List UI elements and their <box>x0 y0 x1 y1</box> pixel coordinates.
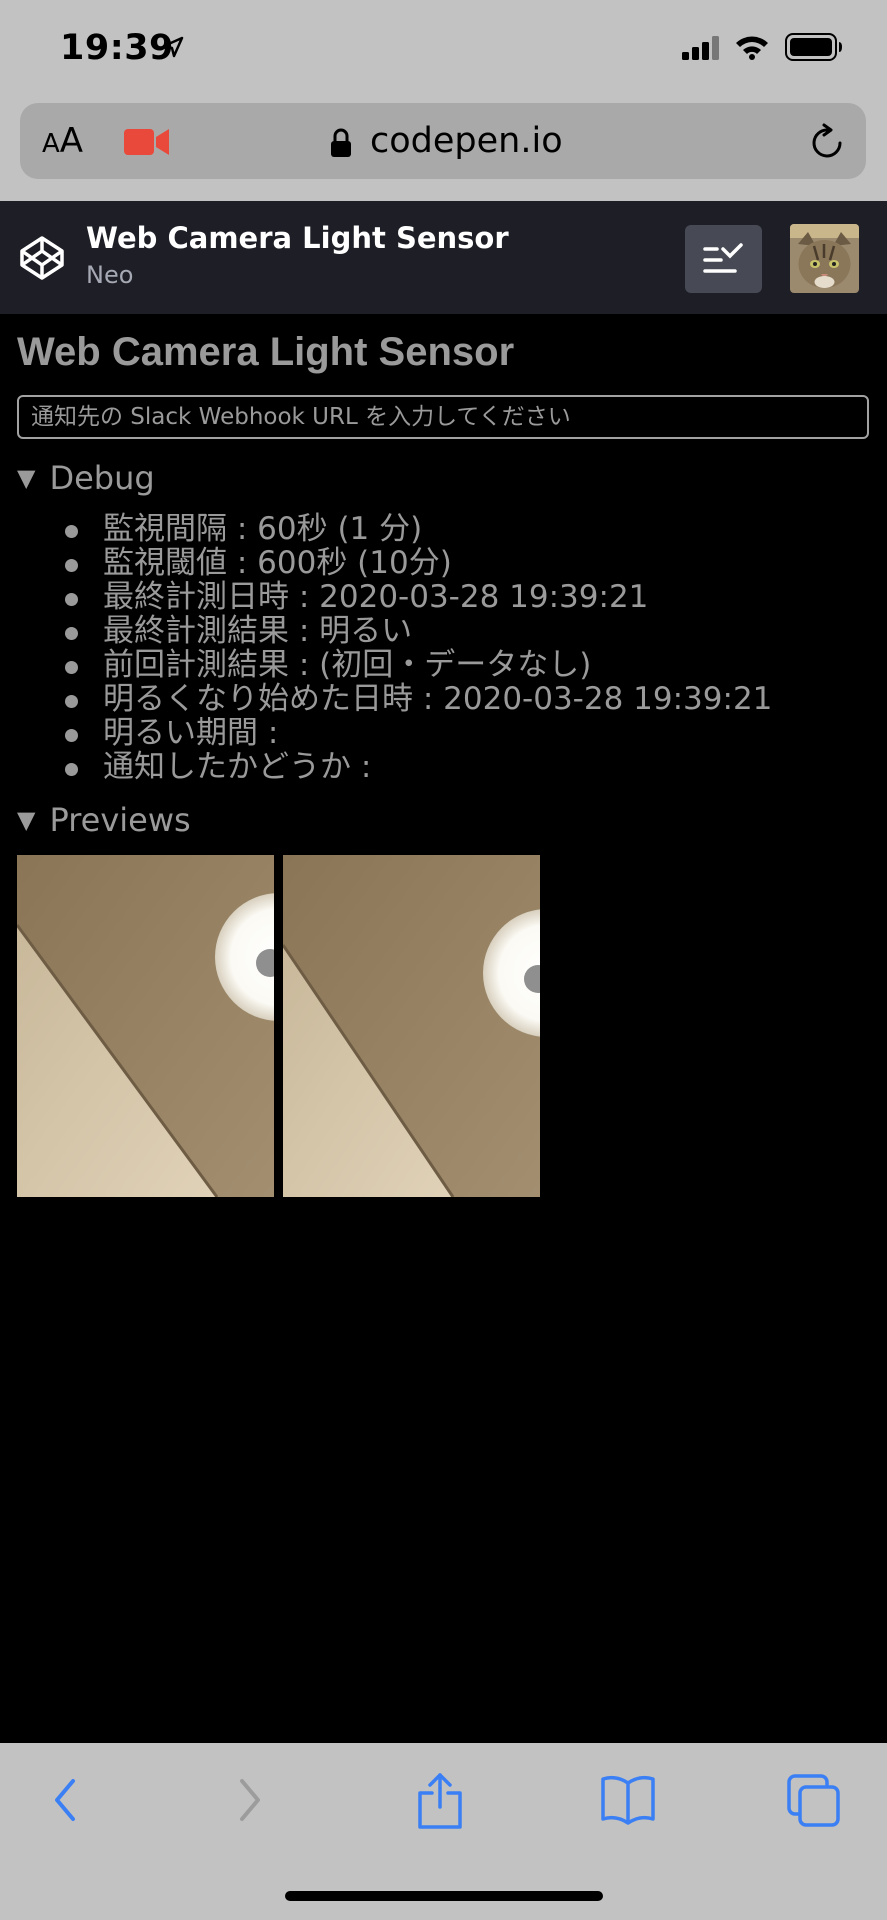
slack-webhook-input[interactable] <box>17 395 869 439</box>
debug-item-bright-duration: 明るい期間 : <box>17 716 772 750</box>
codepen-header: Web Camera Light Sensor Neo <box>0 201 887 314</box>
reload-icon[interactable] <box>810 123 846 161</box>
disclosure-triangle-icon: ▼ <box>17 806 36 834</box>
previews-summary-label: Previews <box>49 801 191 839</box>
debug-list: 監視間隔 : 60秒 (1 分) 監視閾値 : 600秒 (10分) 最終計測日… <box>17 512 772 784</box>
forward-icon[interactable] <box>233 1773 267 1827</box>
debug-item-threshold: 監視閾値 : 600秒 (10分) <box>17 546 772 580</box>
wifi-icon <box>736 36 768 60</box>
text-size-button[interactable]: AA <box>42 121 83 161</box>
preview-image <box>283 855 540 1197</box>
pen-author[interactable]: Neo <box>86 261 133 289</box>
page-title: Web Camera Light Sensor <box>17 330 515 374</box>
status-time: 19:39 <box>60 28 174 68</box>
share-icon[interactable] <box>415 1773 465 1829</box>
battery-icon <box>785 33 842 61</box>
status-bar: 19:39 <box>0 0 887 100</box>
location-arrow-icon <box>162 36 184 58</box>
codepen-logo-icon[interactable] <box>18 234 66 282</box>
debug-summary[interactable]: ▼ Debug <box>17 459 155 497</box>
address-bar[interactable]: AA codepen.io <box>20 103 866 179</box>
previews-summary[interactable]: ▼ Previews <box>17 801 191 839</box>
url-text[interactable]: codepen.io <box>370 121 563 161</box>
debug-summary-label: Debug <box>49 459 155 497</box>
pen-title[interactable]: Web Camera Light Sensor <box>86 221 509 255</box>
home-indicator[interactable] <box>285 1891 603 1901</box>
browser-address-area: AA codepen.io <box>0 100 887 201</box>
preview-image <box>17 855 274 1197</box>
lock-icon <box>331 128 351 157</box>
debug-item-bright-start-time: 明るくなり始めた日時 : 2020-03-28 19:39:21 <box>17 682 772 716</box>
browser-toolbar <box>0 1743 887 1920</box>
disclosure-triangle-icon: ▼ <box>17 464 36 492</box>
bookmarks-icon[interactable] <box>600 1773 656 1825</box>
view-menu-button[interactable] <box>685 225 762 293</box>
debug-item-interval: 監視間隔 : 60秒 (1 分) <box>17 512 772 546</box>
camera-recording-icon[interactable] <box>124 127 170 157</box>
tabs-icon[interactable] <box>786 1773 842 1829</box>
debug-item-last-measured-time: 最終計測日時 : 2020-03-28 19:39:21 <box>17 580 772 614</box>
back-icon[interactable] <box>48 1773 82 1827</box>
view-menu-icon <box>703 243 743 273</box>
debug-item-last-result: 最終計測結果 : 明るい <box>17 614 772 648</box>
debug-item-previous-result: 前回計測結果 : (初回・データなし) <box>17 648 772 682</box>
debug-item-notified: 通知したかどうか : <box>17 750 772 784</box>
user-avatar[interactable] <box>790 224 859 293</box>
cellular-signal-icon <box>682 36 719 60</box>
